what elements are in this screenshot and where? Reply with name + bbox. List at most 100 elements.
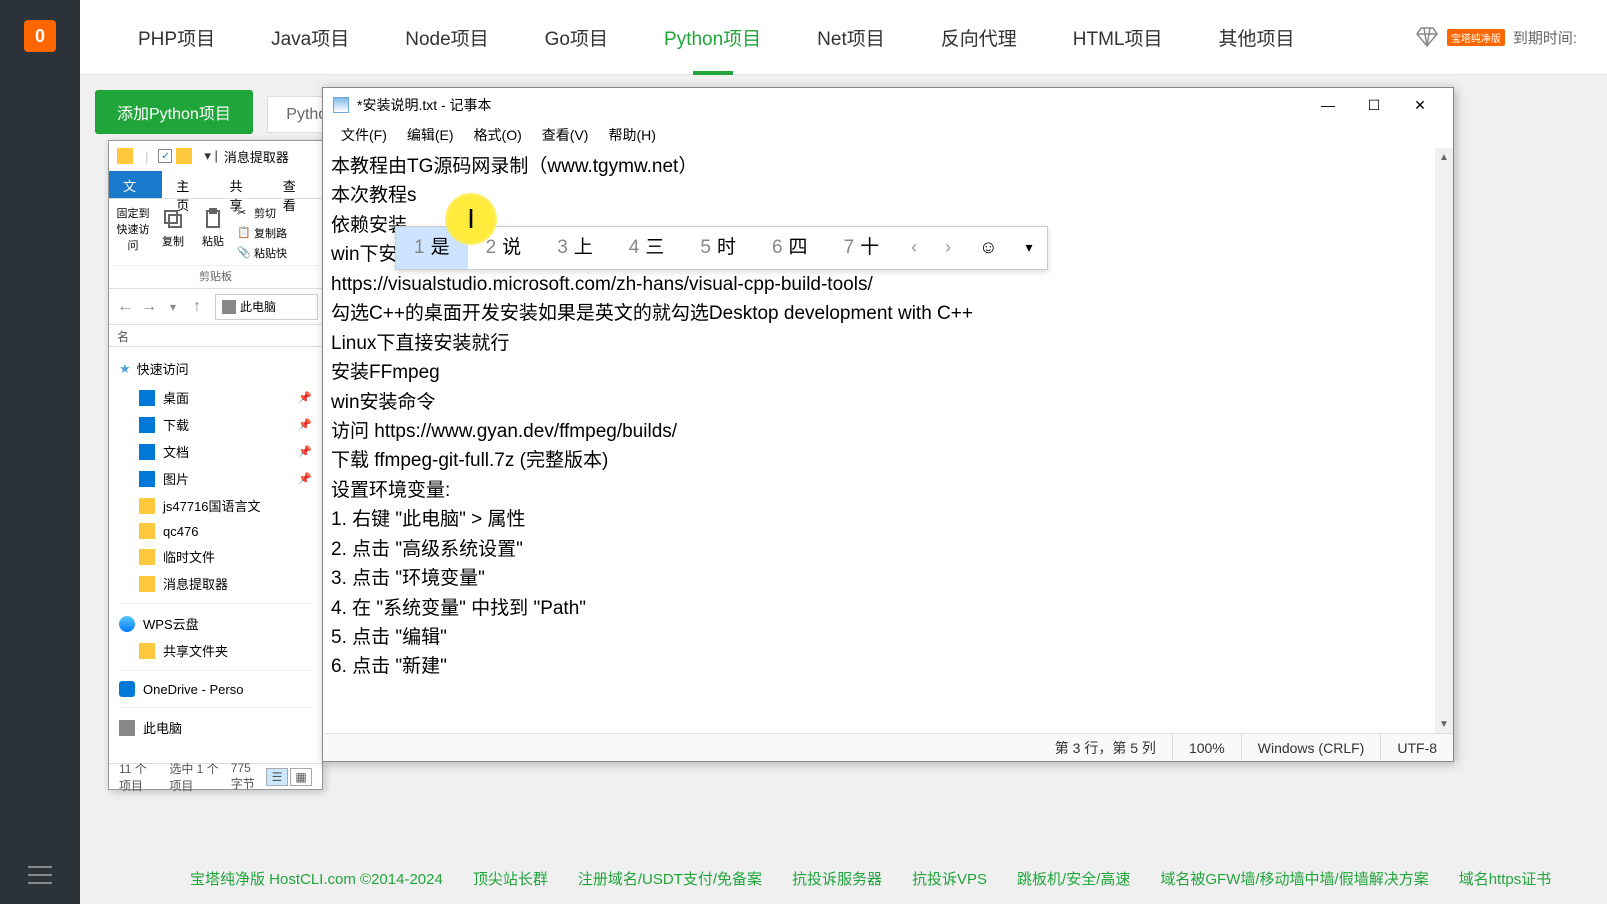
app-logo-icon[interactable]: 0 <box>24 20 56 52</box>
ribbon-tab-file[interactable]: 文件 <box>109 171 162 198</box>
cloud-icon <box>119 616 135 632</box>
tree-item-desktop[interactable]: 桌面📌 <box>109 384 322 411</box>
text-line: 本次教程s <box>331 181 1445 210</box>
footer-link[interactable]: 抗投诉服务器 <box>792 868 882 889</box>
ime-candidate[interactable]: 3上 <box>539 227 611 269</box>
ribbon-tab-home[interactable]: 主页 <box>162 171 215 198</box>
quick-access-header[interactable]: ★ 快速访问 <box>109 353 322 384</box>
ribbon-tab-view[interactable]: 查看 <box>269 171 322 198</box>
paste-shortcut-button[interactable]: 📎粘贴快 <box>233 243 291 263</box>
menu-edit[interactable]: 编辑(E) <box>397 122 464 148</box>
notepad-window[interactable]: *安装说明.txt - 记事本 — ☐ ✕ 文件(F) 编辑(E) 格式(O) … <box>322 87 1454 762</box>
tab-node[interactable]: Node项目 <box>377 0 516 75</box>
menu-format[interactable]: 格式(O) <box>464 122 532 148</box>
footer-link[interactable]: 域名被GFW墙/移动墙中墙/假墙解决方案 <box>1160 868 1428 889</box>
explorer-title: 消息提取器 <box>224 147 289 166</box>
folder-icon <box>139 523 155 539</box>
text-line: 勾选C++的桌面开发安装如果是英文的就勾选Desktop development… <box>331 299 1445 328</box>
text-line: 2. 点击 "高级系统设置" <box>331 535 1445 564</box>
notepad-titlebar[interactable]: *安装说明.txt - 记事本 — ☐ ✕ <box>323 88 1453 122</box>
icons-view-button[interactable]: ▦ <box>290 768 312 786</box>
text-line: 下载 ffmpeg-git-full.7z (完整版本) <box>331 446 1445 475</box>
scroll-up-icon[interactable]: ▲ <box>1435 148 1453 166</box>
scroll-down-icon[interactable]: ▼ <box>1435 715 1453 733</box>
menu-view[interactable]: 查看(V) <box>532 122 599 148</box>
ribbon-tab-share[interactable]: 共享 <box>216 171 269 198</box>
footer-link[interactable]: 域名https证书 <box>1459 868 1552 889</box>
paste-button[interactable]: 粘贴 <box>193 203 233 253</box>
column-header[interactable]: 名 <box>109 325 322 347</box>
explorer-nav: ← → ▾ ↑ 此电脑 <box>109 289 322 325</box>
explorer-ribbon-tabs: 文件 主页 共享 查看 <box>109 171 322 199</box>
tab-html[interactable]: HTML项目 <box>1045 0 1191 75</box>
tree-item-folder[interactable]: 临时文件 <box>109 543 322 570</box>
explorer-status-bar: 11 个项目 选中 1 个项目 775 字节 ☰ ▦ <box>109 763 322 789</box>
ribbon: 固定到 快速访问 复制 粘贴 ✂剪切 📋复制路 📎粘贴快 剪贴板 <box>109 199 322 289</box>
explorer-titlebar[interactable]: | ✓ ▾ | 消息提取器 <box>109 141 322 171</box>
ime-candidate[interactable]: 1是 <box>396 227 468 269</box>
tree-item-folder[interactable]: js47716国语言文 <box>109 492 322 519</box>
footer-link[interactable]: 注册域名/USDT支付/免备案 <box>578 868 762 889</box>
menu-help[interactable]: 帮助(H) <box>598 122 665 148</box>
nav-back-icon[interactable]: ← <box>113 295 137 319</box>
add-python-project-button[interactable]: 添加Python项目 <box>95 90 253 134</box>
vertical-scrollbar[interactable]: ▲ ▼ <box>1435 148 1453 733</box>
tree-item-wps[interactable]: WPS云盘 <box>109 610 322 637</box>
close-button[interactable]: ✕ <box>1397 88 1443 122</box>
ime-candidate[interactable]: 7十 <box>826 227 898 269</box>
footer-link[interactable]: 跳板机/安全/高速 <box>1017 868 1130 889</box>
minimize-button[interactable]: — <box>1305 88 1351 122</box>
footer-links: 宝塔纯净版 HostCLI.com ©2014-2024 顶尖站长群 注册域名/… <box>160 868 1607 889</box>
tree-item-share[interactable]: 共享文件夹 <box>109 637 322 664</box>
tab-net[interactable]: Net项目 <box>789 0 913 75</box>
pin-icon: 📌 <box>298 418 312 431</box>
cut-button[interactable]: ✂剪切 <box>233 203 291 223</box>
copy-icon <box>161 207 185 231</box>
file-explorer-window[interactable]: | ✓ ▾ | 消息提取器 文件 主页 共享 查看 固定到 快速访问 复制 <box>108 140 323 790</box>
nav-forward-icon[interactable]: → <box>137 295 161 319</box>
tree-item-this-pc[interactable]: 此电脑 <box>109 714 322 741</box>
nav-up-icon[interactable]: ↑ <box>185 295 209 319</box>
tree-item-pictures[interactable]: 图片📌 <box>109 465 322 492</box>
tab-other[interactable]: 其他项目 <box>1191 0 1323 75</box>
ime-next-icon[interactable]: › <box>931 234 965 262</box>
footer-link[interactable]: 宝塔纯净版 HostCLI.com ©2014-2024 <box>190 868 443 889</box>
tree-item-folder[interactable]: 消息提取器 <box>109 570 322 597</box>
tree-item-folder[interactable]: qc476 <box>109 519 322 543</box>
qat-checkbox[interactable]: ✓ <box>158 149 172 163</box>
nav-history-icon[interactable]: ▾ <box>161 295 185 319</box>
hamburger-icon[interactable] <box>28 866 52 884</box>
tree-item-documents[interactable]: 文档📌 <box>109 438 322 465</box>
tab-python[interactable]: Python项目 <box>636 0 789 75</box>
folder-icon <box>176 148 192 164</box>
copy-button[interactable]: 复制 <box>153 203 193 253</box>
pin-icon: 📌 <box>298 445 312 458</box>
text-line: win安装命令 <box>331 388 1445 417</box>
ime-candidate[interactable]: 2说 <box>468 227 540 269</box>
selection-count: 选中 1 个项目 <box>169 760 220 794</box>
pin-to-quick-access-button[interactable]: 固定到 快速访问 <box>113 203 153 253</box>
tab-go[interactable]: Go项目 <box>517 0 636 75</box>
ime-candidate[interactable]: 6四 <box>754 227 826 269</box>
menu-file[interactable]: 文件(F) <box>331 122 397 148</box>
ime-prev-icon[interactable]: ‹ <box>897 234 931 262</box>
expire-label: 到期时间: <box>1513 27 1577 48</box>
tab-php[interactable]: PHP项目 <box>110 0 243 75</box>
ime-candidate-bar[interactable]: 1是 2说 3上 4三 5时 6四 7十 ‹ › ☺ ▾ <box>395 226 1048 270</box>
details-view-button[interactable]: ☰ <box>266 768 288 786</box>
notepad-text-area[interactable]: 本教程由TG源码网录制（www.tgymw.net） 本次教程s 依赖安装 wi… <box>323 148 1453 733</box>
ime-candidate[interactable]: 4三 <box>611 227 683 269</box>
tab-proxy[interactable]: 反向代理 <box>913 0 1045 75</box>
maximize-button[interactable]: ☐ <box>1351 88 1397 122</box>
footer-link[interactable]: 顶尖站长群 <box>473 868 548 889</box>
tree-item-downloads[interactable]: 下载📌 <box>109 411 322 438</box>
footer-link[interactable]: 抗投诉VPS <box>912 868 987 889</box>
desktop-icon <box>139 390 155 406</box>
tree-item-onedrive[interactable]: OneDrive - Perso <box>109 677 322 701</box>
tab-java[interactable]: Java项目 <box>243 0 377 75</box>
ime-emoji-icon[interactable]: ☺ <box>965 234 1011 262</box>
copy-path-button[interactable]: 📋复制路 <box>233 223 291 243</box>
ime-candidate[interactable]: 5时 <box>682 227 754 269</box>
address-bar[interactable]: 此电脑 <box>215 294 318 320</box>
ime-dropdown-icon[interactable]: ▾ <box>1012 237 1047 259</box>
